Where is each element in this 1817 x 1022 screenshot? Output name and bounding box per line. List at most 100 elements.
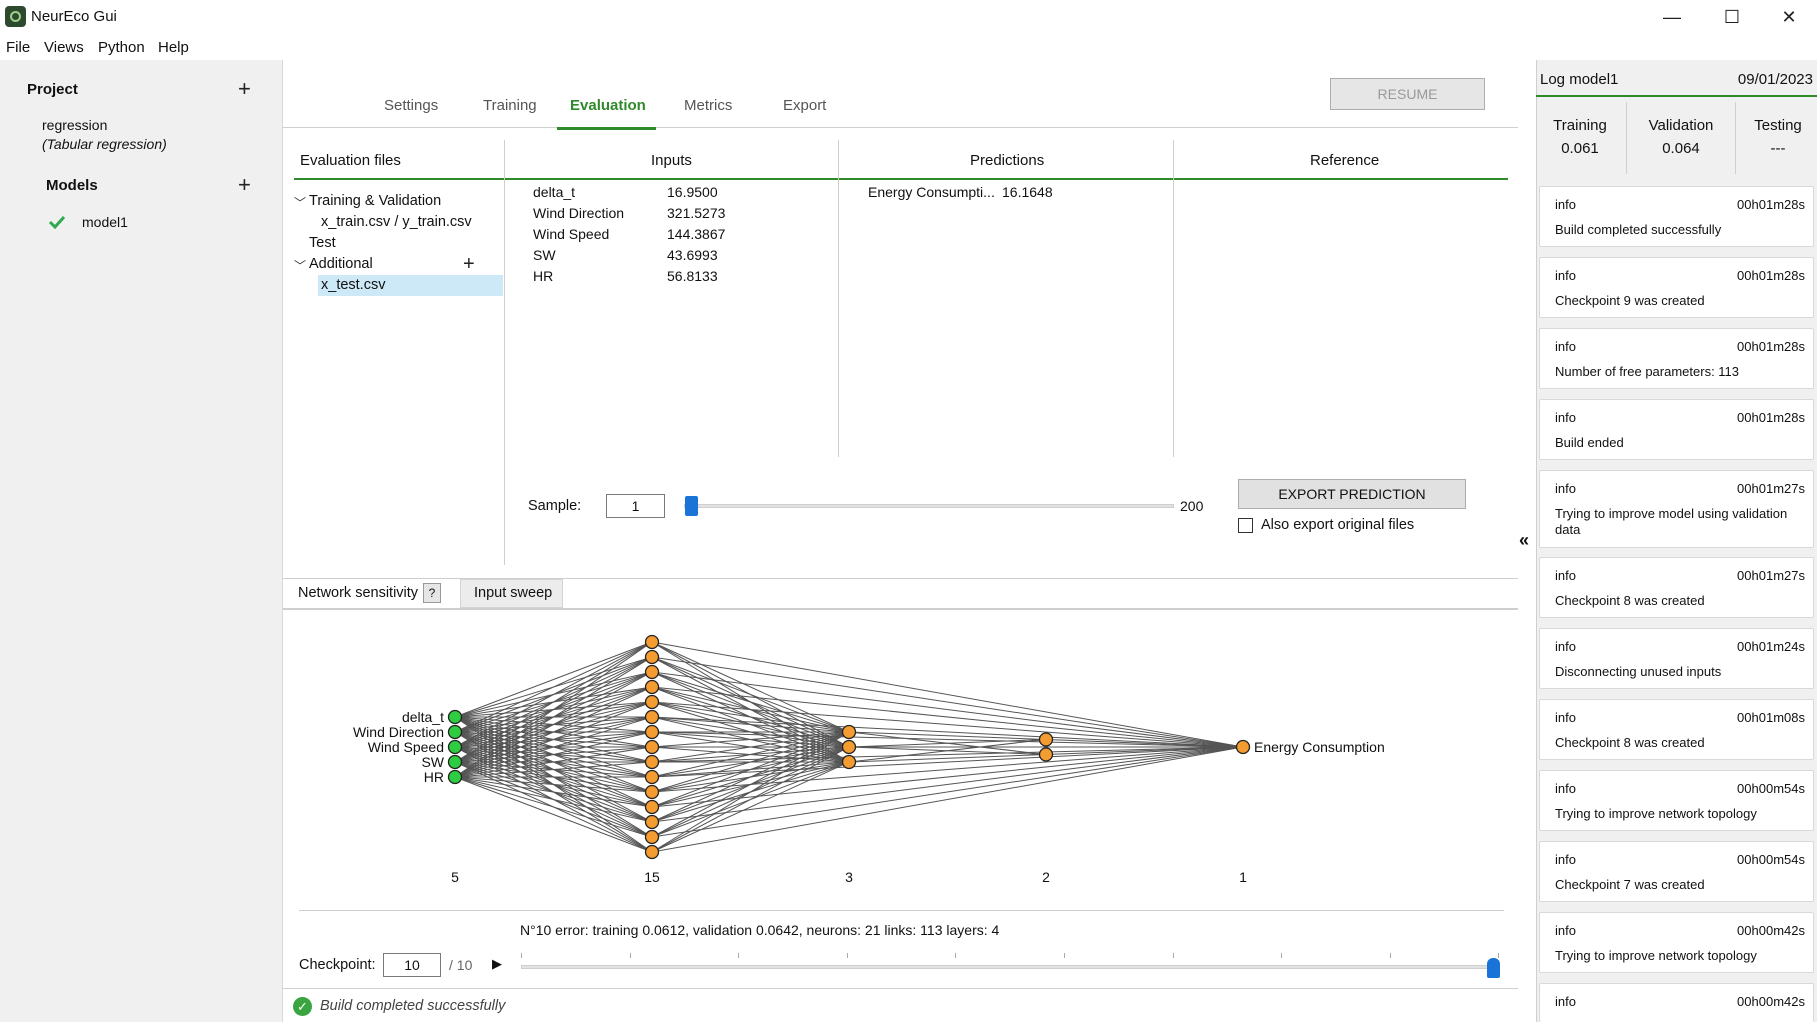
network-link (651, 686, 1244, 748)
log-time: 00h01m27s (1737, 481, 1805, 496)
log-level: info (1555, 710, 1576, 725)
hidden-neuron (644, 754, 660, 770)
status-bar: ✓ Build completed successfully (283, 988, 1518, 1022)
metric-value: 0.061 (1561, 140, 1599, 157)
log-level: info (1555, 568, 1576, 583)
log-level: info (1555, 410, 1576, 425)
metric-value: 0.064 (1662, 140, 1700, 157)
checkpoint-summary: N°10 error: training 0.0612, validation … (520, 922, 1000, 938)
log-level: info (1555, 481, 1576, 496)
network-link (651, 716, 850, 733)
hidden-neuron (644, 829, 660, 845)
input-label: SW (421, 754, 444, 770)
network-link (454, 641, 653, 718)
network-link (651, 746, 1244, 838)
log-entry: info 00h00m42s Trying to improve network… (1539, 912, 1814, 973)
status-text: Build completed successfully (320, 998, 506, 1014)
network-link (651, 701, 850, 733)
hidden-neuron (644, 844, 660, 860)
network-link (651, 731, 850, 808)
log-message: Trying to improve network topology (1555, 948, 1757, 963)
collapse-log-icon[interactable]: « (1519, 530, 1529, 551)
network-link (454, 776, 653, 808)
network-link (651, 746, 1244, 763)
network-link (454, 641, 653, 733)
log-time: 00h01m28s (1737, 197, 1805, 212)
log-message: Checkpoint 8 was created (1555, 593, 1705, 608)
network-link (651, 671, 850, 733)
log-time: 00h01m08s (1737, 710, 1805, 725)
checkpoint-total: / 10 (449, 957, 473, 973)
network-link (651, 656, 850, 733)
metric-validation: Validation 0.064 (1636, 117, 1726, 157)
layer-count: 5 (451, 869, 459, 885)
input-label: Wind Speed (368, 739, 444, 755)
log-time: 00h01m28s (1737, 268, 1805, 283)
log-entry: info 00h01m27s Checkpoint 8 was created (1539, 557, 1814, 618)
log-level: info (1555, 197, 1576, 212)
hidden-neuron (644, 784, 660, 800)
divider (1626, 102, 1627, 174)
network-link (454, 641, 653, 763)
log-entry: info 00h01m08s Checkpoint 8 was created (1539, 699, 1814, 760)
log-message: Checkpoint 7 was created (1555, 877, 1705, 892)
network-link (651, 731, 1244, 748)
log-time: 00h00m54s (1737, 781, 1805, 796)
network-link (454, 641, 653, 778)
log-message: Build ended (1555, 435, 1624, 450)
hidden-neuron (644, 739, 660, 755)
log-level: info (1555, 639, 1576, 654)
log-entry: info 00h00m54s Checkpoint 7 was created (1539, 841, 1814, 902)
log-title: Log model1 (1540, 71, 1619, 88)
network-link (651, 656, 1244, 748)
log-time: 00h01m28s (1737, 410, 1805, 425)
hidden-neuron (644, 649, 660, 665)
log-entry: info 00h01m24s Disconnecting unused inpu… (1539, 628, 1814, 689)
log-time: 00h01m27s (1737, 568, 1805, 583)
log-message: Disconnecting unused inputs (1555, 664, 1722, 679)
network-link (651, 746, 1244, 853)
network-link (454, 776, 653, 793)
success-icon: ✓ (293, 997, 312, 1016)
hidden-neuron (841, 739, 857, 755)
checkpoint-input[interactable]: 10 (383, 953, 441, 977)
layer-count: 2 (1042, 869, 1050, 885)
log-entry: info 00h00m42s (1539, 983, 1814, 1022)
input-neuron (447, 754, 463, 770)
input-neuron (447, 709, 463, 725)
checkpoint-tick (738, 953, 740, 958)
log-level: info (1555, 339, 1576, 354)
input-label: delta_t (402, 709, 444, 725)
network-link (651, 746, 1244, 808)
network-link (651, 746, 850, 853)
log-level: info (1555, 994, 1576, 1009)
log-message: Checkpoint 9 was created (1555, 293, 1705, 308)
checkpoint-tick (955, 953, 957, 958)
network-link (454, 701, 653, 778)
log-time: 00h01m28s (1737, 339, 1805, 354)
input-neuron (447, 769, 463, 785)
metric-label: Testing (1754, 117, 1802, 134)
network-link (454, 776, 653, 853)
network-link (454, 776, 653, 823)
log-message: Number of free parameters: 113 (1555, 364, 1740, 379)
checkpoint-tick (521, 953, 522, 958)
network-link (454, 776, 653, 838)
hidden-neuron (644, 814, 660, 830)
checkpoint-label: Checkpoint: (299, 957, 376, 973)
log-entry: info 00h00m54s Trying to improve network… (1539, 770, 1814, 831)
checkpoint-slider-handle[interactable] (1487, 958, 1500, 978)
play-icon[interactable]: ▶ (492, 956, 502, 972)
output-neuron (1235, 739, 1251, 755)
log-message: Checkpoint 8 was created (1555, 735, 1705, 750)
hidden-neuron (841, 754, 857, 770)
input-neuron (447, 739, 463, 755)
network-link (454, 671, 653, 778)
checkpoint-slider[interactable] (521, 965, 1499, 969)
log-message: Build completed successfully (1555, 222, 1722, 237)
hidden-neuron (644, 799, 660, 815)
hidden-neuron (1038, 747, 1054, 762)
log-level: info (1555, 923, 1576, 938)
log-header-underline (1536, 95, 1817, 97)
checkpoint-tick (1389, 953, 1391, 958)
